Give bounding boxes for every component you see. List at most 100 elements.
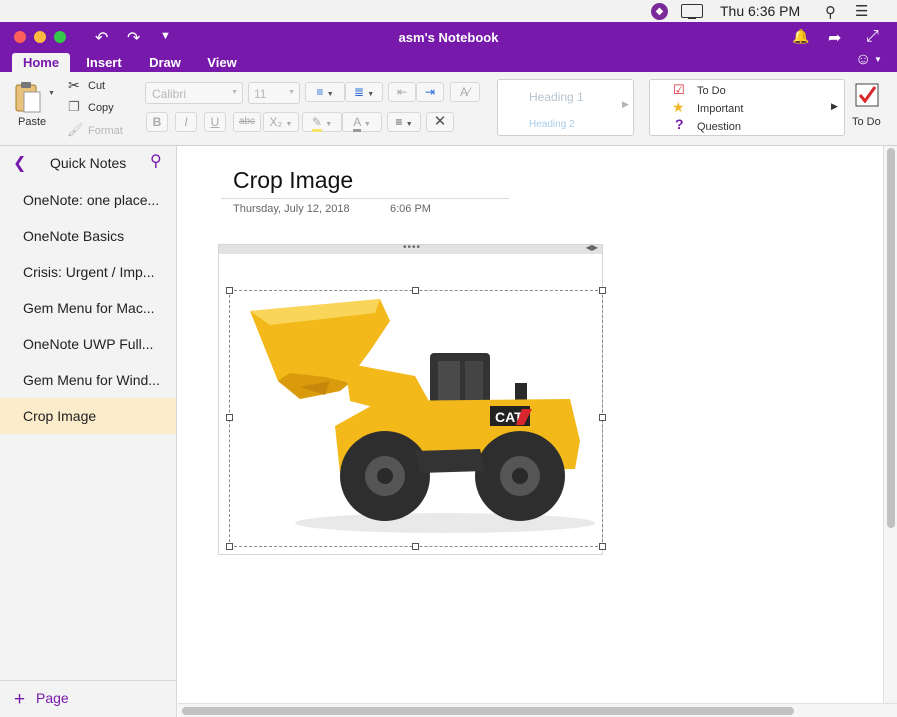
tags-gallery[interactable]: ☑ To Do ★ Important ? Question ▶ [649,79,845,136]
font-color-button[interactable]: A ▼ [342,112,382,132]
horizontal-scroll-thumb[interactable] [182,707,794,715]
todo-tag-button[interactable]: To Do [849,80,889,134]
tag-todo[interactable]: To Do [697,85,726,97]
drag-dots-icon: •••• [403,242,422,253]
font-family-value: Calibri [152,87,187,101]
paste-dropdown-icon[interactable]: ▼ [48,90,55,97]
page-item[interactable]: OneNote UWP Full... [0,326,176,362]
highlight-color-button[interactable]: ✎ ▼ [302,112,342,132]
page-canvas[interactable]: Crop Image Thursday, July 12, 2018 6:06 … [178,146,897,717]
scissors-icon: ✂ [68,77,80,93]
font-size-value: 11 [254,87,267,101]
macos-menu-bar: ◆ Thu 6:36 PM ⚲ ☰ [0,0,897,22]
horizontal-scrollbar[interactable] [178,703,897,717]
paste-label: Paste [18,116,47,128]
style-heading-2[interactable]: Heading 2 [529,119,575,130]
share-icon[interactable]: ➦ [828,28,841,48]
tab-home[interactable]: Home [12,53,70,72]
copy-icon: ❐ [68,99,80,114]
tag-question[interactable]: Question [697,121,741,133]
styles-gallery[interactable]: Heading 1 Heading 2 ▶ [497,79,634,136]
resize-handle-bottom-right[interactable] [599,543,606,550]
subscript-button[interactable]: X₂ ▼ [263,112,299,132]
window-title-bar: ↶ ↷ ▼ asm's Notebook 🔔 ➦ ⤢ ☺ ▼ Home Inse… [0,22,897,72]
gem-add-in-icon[interactable]: ◆ [651,3,668,20]
paste-button[interactable]: Paste [10,78,56,134]
search-icon[interactable]: ⚲ [150,151,162,171]
page-title[interactable]: Crop Image [233,167,353,194]
notification-center-icon[interactable]: ☰ [855,2,868,20]
strikethrough-button[interactable]: abc [233,112,261,132]
tab-insert[interactable]: Insert [80,53,128,72]
resize-handle-bottom[interactable] [412,543,419,550]
page-item[interactable]: Gem Menu for Mac... [0,290,176,326]
cut-button[interactable]: Cut [88,80,105,92]
resize-handle-bottom-left[interactable] [226,543,233,550]
format-painter-button[interactable]: Format [88,125,123,137]
fullscreen-icon[interactable]: ⤢ [866,28,879,46]
copy-button[interactable]: Copy [88,102,114,114]
vertical-scroll-thumb[interactable] [887,148,895,528]
back-chevron-icon[interactable]: ❮ [13,153,26,173]
page-item[interactable]: Crisis: Urgent / Imp... [0,254,176,290]
resize-handle-top-right[interactable] [599,287,606,294]
chevron-down-icon: ▼ [231,89,238,96]
page-date: Thursday, July 12, 2018 [233,203,350,215]
tag-important[interactable]: Important [697,103,743,115]
container-drag-handle[interactable]: •••• ◀▶ [219,242,602,254]
feedback-dropdown-icon[interactable]: ▼ [874,55,882,64]
clipboard-icon [15,82,41,113]
feedback-smiley-icon[interactable]: ☺ [855,51,871,69]
todo-tag-label: To Do [852,116,881,128]
font-family-select[interactable]: Calibri ▼ [145,82,243,104]
paragraph-align-button[interactable]: ≡ ▼ [387,112,421,132]
star-icon: ★ [672,99,685,115]
font-size-select[interactable]: 11 ▼ [248,82,300,104]
tab-view[interactable]: View [200,53,244,72]
increase-indent-button[interactable]: ⇥ [416,82,444,102]
menu-bar-clock[interactable]: Thu 6:36 PM [720,3,800,19]
clear-formatting-button[interactable]: A⁄ [450,82,480,102]
page-item-active[interactable]: Crop Image [0,398,176,434]
underline-button[interactable]: U [204,112,226,132]
sidebar-divider [0,680,176,681]
resize-handle-top-left[interactable] [226,287,233,294]
styles-expand-icon[interactable]: ▶ [622,99,629,110]
todo-checkmark-icon [855,83,879,107]
page-time: 6:06 PM [390,203,431,215]
bold-button[interactable]: B [146,112,168,132]
section-header: ❮ Quick Notes ⚲ [0,146,177,180]
italic-button[interactable]: I [175,112,197,132]
resize-handle-right[interactable] [599,414,606,421]
chevron-down-icon: ▼ [288,89,295,96]
note-container[interactable]: •••• ◀▶ CAT [218,242,606,555]
wheel-loader-image: CAT [250,299,595,533]
page-item[interactable]: OneNote Basics [0,218,176,254]
style-heading-1[interactable]: Heading 1 [529,90,584,104]
add-page-label: Page [36,690,69,706]
todo-checkbox-icon: ☑ [673,82,685,97]
selected-image[interactable]: CAT [229,290,603,547]
notifications-bell-icon[interactable]: 🔔 [792,28,809,45]
tags-expand-icon[interactable]: ▶ [831,101,838,112]
spotlight-search-icon[interactable]: ⚲ [825,3,836,21]
home-ribbon: Paste ▼ ✂ Cut ❐ Copy 🖌 Format Calibri ▼ … [0,72,897,146]
add-page-button[interactable]: + Page [14,687,69,710]
numbering-button[interactable]: ≣ ▼ [345,82,383,102]
section-title: Quick Notes [50,155,127,171]
resize-arrows-icon[interactable]: ◀▶ [586,243,598,252]
page-item[interactable]: Gem Menu for Wind... [0,362,176,398]
bullets-button[interactable]: ≡ ▼ [305,82,345,102]
resize-handle-left[interactable] [226,414,233,421]
plus-icon: + [14,689,26,710]
decrease-indent-button[interactable]: ⇤ [388,82,416,102]
delete-button[interactable]: ✕ [426,112,454,132]
vertical-scrollbar[interactable] [883,146,897,706]
resize-handle-top[interactable] [412,287,419,294]
display-mirroring-icon[interactable] [681,4,703,19]
format-painter-icon: 🖌 [67,122,84,137]
page-list-sidebar: ❮ Quick Notes ⚲ OneNote: one place... On… [0,146,177,717]
onenote-app: ◆ Thu 6:36 PM ⚲ ☰ ↶ ↷ ▼ asm's Notebook 🔔… [0,0,897,717]
page-item[interactable]: OneNote: one place... [0,182,176,218]
tab-draw[interactable]: Draw [142,53,188,72]
